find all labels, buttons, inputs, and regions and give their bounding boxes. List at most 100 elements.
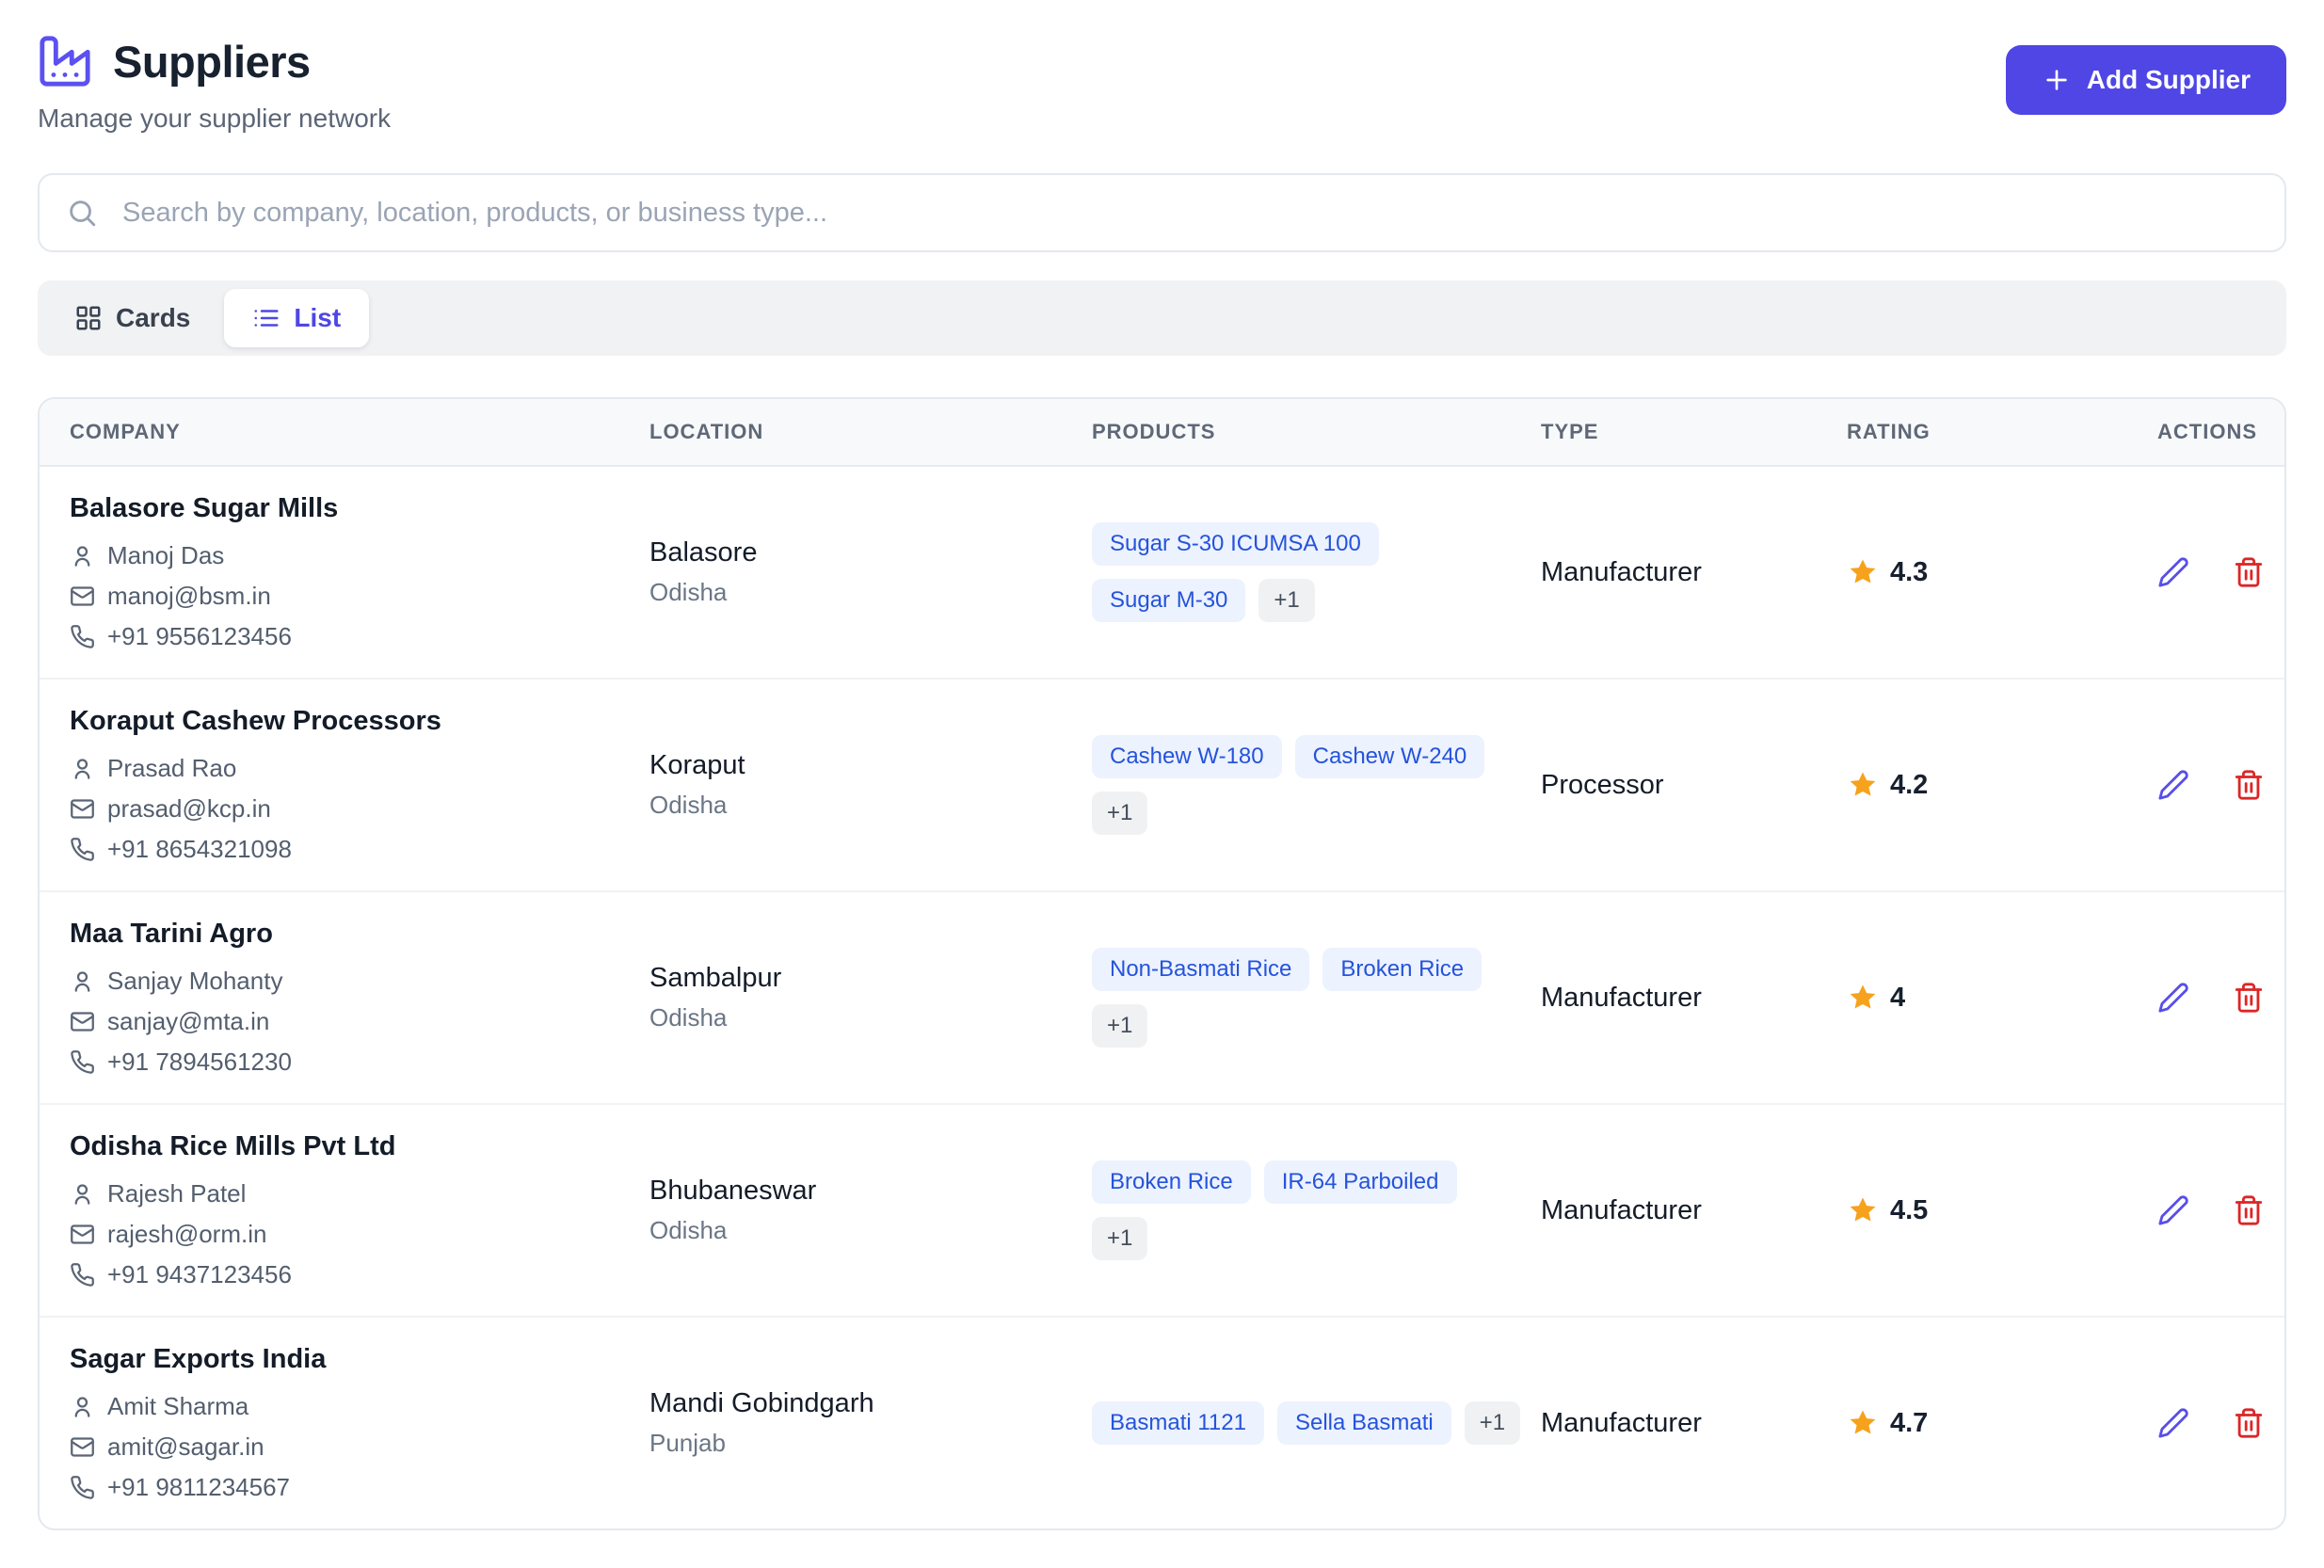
delete-button[interactable] xyxy=(2233,769,2265,801)
list-view-button[interactable]: List xyxy=(224,289,369,347)
product-chip-line: +1 xyxy=(1092,1217,1541,1260)
table-header-row: CompanyLocationProductsTypeRatingActions xyxy=(40,399,2284,467)
pencil-icon xyxy=(2157,556,2189,588)
product-chip-line: +1 xyxy=(1092,792,1541,835)
add-supplier-label: Add Supplier xyxy=(2087,65,2251,95)
rating-value: 4.5 xyxy=(1890,1195,1928,1226)
table-row: Sagar Exports India Amit Sharma amit@sag… xyxy=(40,1318,2284,1528)
rating-cell: 4.5 xyxy=(1847,1194,2157,1226)
company-name: Maa Tarini Agro xyxy=(70,919,649,950)
page-heading-block: Suppliers Manage your supplier network xyxy=(38,34,391,134)
contact-person: Rajesh Patel xyxy=(70,1179,649,1208)
email-text: manoj@bsm.in xyxy=(107,582,271,611)
delete-button[interactable] xyxy=(2233,982,2265,1014)
cards-view-button[interactable]: Cards xyxy=(46,289,218,347)
product-chip: Broken Rice xyxy=(1092,1160,1251,1204)
city-text: Bhubaneswar xyxy=(649,1176,1092,1207)
column-header-actions: Actions xyxy=(2157,420,2257,444)
product-chip-line: Non-Basmati RiceBroken Rice xyxy=(1092,948,1541,991)
suppliers-table: CompanyLocationProductsTypeRatingActions… xyxy=(38,397,2286,1530)
contact-person: Amit Sharma xyxy=(70,1392,649,1421)
product-chip: IR-64 Parboiled xyxy=(1264,1160,1457,1204)
product-chip: Cashew W-180 xyxy=(1092,735,1282,778)
star-icon xyxy=(1847,1407,1879,1439)
add-supplier-button[interactable]: Add Supplier xyxy=(2006,45,2286,115)
product-chip: Cashew W-240 xyxy=(1295,735,1485,778)
pencil-icon xyxy=(2157,982,2189,1014)
business-type-text: Manufacturer xyxy=(1541,983,1847,1014)
edit-button[interactable] xyxy=(2157,982,2189,1014)
edit-button[interactable] xyxy=(2157,556,2189,588)
edit-button[interactable] xyxy=(2157,769,2189,801)
contact-phone: +91 8654321098 xyxy=(70,835,649,864)
business-type-text: Manufacturer xyxy=(1541,557,1847,588)
table-row: Balasore Sugar Mills Manoj Das manoj@bsm… xyxy=(40,467,2284,680)
contact-phone: +91 7894561230 xyxy=(70,1048,649,1077)
star-icon xyxy=(1847,982,1879,1014)
edit-button[interactable] xyxy=(2157,1407,2189,1439)
trash-icon xyxy=(2233,1194,2265,1226)
table-row: Koraput Cashew Processors Prasad Rao pra… xyxy=(40,680,2284,892)
company-cell: Maa Tarini Agro Sanjay Mohanty sanjay@mt… xyxy=(70,919,649,1077)
delete-button[interactable] xyxy=(2233,1407,2265,1439)
contact-email: prasad@kcp.in xyxy=(70,794,649,824)
column-header-rating: Rating xyxy=(1847,420,2157,444)
products-cell: Broken Rice IR-64 Parboiled +1 xyxy=(1092,1160,1541,1260)
star-icon xyxy=(1847,556,1879,588)
search-input[interactable] xyxy=(38,173,2286,252)
pencil-icon xyxy=(2157,1407,2189,1439)
contact-name-text: Manoj Das xyxy=(107,541,224,570)
products-cell: Cashew W-180 Cashew W-240 +1 xyxy=(1092,735,1541,835)
factory-icon xyxy=(38,34,92,88)
user-icon xyxy=(70,756,95,781)
delete-button[interactable] xyxy=(2233,556,2265,588)
company-name: Koraput Cashew Processors xyxy=(70,706,649,737)
location-cell: Koraput Odisha xyxy=(649,750,1092,820)
product-chip-line: Basmati 1121Sella Basmati+1 xyxy=(1092,1401,1541,1445)
products-cell: Sugar S-30 ICUMSA 100Sugar M-30+1 xyxy=(1092,522,1541,622)
view-toggle: Cards List xyxy=(38,280,2286,356)
user-icon xyxy=(70,1394,95,1419)
phone-icon xyxy=(70,837,95,862)
products-cell: Non-Basmati RiceBroken Rice +1 xyxy=(1092,948,1541,1048)
email-text: prasad@kcp.in xyxy=(107,794,271,824)
table-row: Odisha Rice Mills Pvt Ltd Rajesh Patel r… xyxy=(40,1105,2284,1318)
contact-phone: +91 9556123456 xyxy=(70,622,649,651)
contact-email: manoj@bsm.in xyxy=(70,582,649,611)
city-text: Koraput xyxy=(649,750,1092,781)
mail-icon xyxy=(70,584,95,609)
email-text: rajesh@orm.in xyxy=(107,1220,266,1249)
product-chip: Broken Rice xyxy=(1322,948,1482,991)
contact-phone: +91 9811234567 xyxy=(70,1473,649,1502)
user-icon xyxy=(70,968,95,994)
phone-icon xyxy=(70,1475,95,1500)
products-cell: Basmati 1121Sella Basmati+1 xyxy=(1092,1401,1541,1445)
company-cell: Sagar Exports India Amit Sharma amit@sag… xyxy=(70,1344,649,1502)
rating-value: 4.3 xyxy=(1890,557,1928,588)
actions-cell xyxy=(2157,1194,2265,1226)
table-body: Balasore Sugar Mills Manoj Das manoj@bsm… xyxy=(40,467,2284,1528)
contact-person: Prasad Rao xyxy=(70,754,649,783)
more-products-badge: +1 xyxy=(1092,1004,1147,1048)
state-text: Punjab xyxy=(649,1429,1092,1458)
product-chip-line: Broken Rice IR-64 Parboiled xyxy=(1092,1160,1541,1204)
star-icon xyxy=(1847,769,1879,801)
more-products-badge: +1 xyxy=(1092,792,1147,835)
contact-email: rajesh@orm.in xyxy=(70,1220,649,1249)
column-header-products: Products xyxy=(1092,420,1541,444)
location-cell: Mandi Gobindgarh Punjab xyxy=(649,1388,1092,1458)
pencil-icon xyxy=(2157,769,2189,801)
contact-person: Manoj Das xyxy=(70,541,649,570)
edit-button[interactable] xyxy=(2157,1194,2189,1226)
list-icon xyxy=(252,304,280,332)
contact-name-text: Prasad Rao xyxy=(107,754,236,783)
product-chip: Sella Basmati xyxy=(1277,1401,1451,1445)
state-text: Odisha xyxy=(649,578,1092,607)
phone-icon xyxy=(70,1049,95,1075)
trash-icon xyxy=(2233,1407,2265,1439)
delete-button[interactable] xyxy=(2233,1194,2265,1226)
product-chip-line: Sugar S-30 ICUMSA 100 xyxy=(1092,522,1541,566)
table-row: Maa Tarini Agro Sanjay Mohanty sanjay@mt… xyxy=(40,892,2284,1105)
business-type-text: Manufacturer xyxy=(1541,1408,1847,1439)
mail-icon xyxy=(70,1434,95,1460)
